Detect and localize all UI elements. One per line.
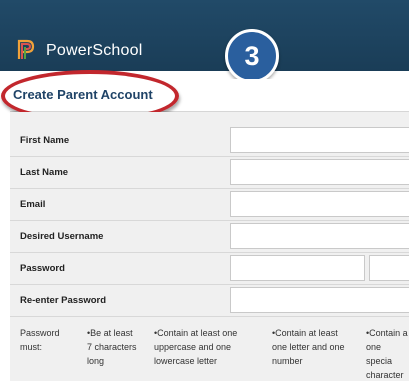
password-strength-box: [369, 255, 409, 281]
requirements-intro-line: Password: [20, 328, 60, 338]
email-input[interactable]: [230, 191, 409, 217]
requirement-line: •Contain at least one: [154, 328, 238, 338]
row-divider: [10, 316, 409, 317]
username-input[interactable]: [230, 223, 409, 249]
row-divider: [10, 252, 409, 253]
last-name-label: Last Name: [20, 167, 69, 178]
powerschool-logo-icon: [16, 38, 36, 60]
requirements-intro-line: must:: [20, 342, 43, 352]
requirement-line: long: [87, 356, 105, 366]
requirement-line: one specia: [366, 342, 393, 366]
requirement-length: •Be at least 7 characters long: [87, 326, 137, 368]
password-label: Password: [20, 263, 65, 274]
requirement-letter-number: •Contain at least one letter and one num…: [272, 326, 345, 368]
requirement-line: number: [272, 356, 303, 366]
requirement-line: one letter and one: [272, 342, 345, 352]
requirement-line: 7 characters: [87, 342, 137, 352]
brand-name: PowerSchool: [46, 42, 143, 59]
requirement-line: character: [366, 370, 404, 380]
requirement-case: •Contain at least one uppercase and one …: [154, 326, 237, 368]
reenter-password-input[interactable]: [230, 287, 409, 313]
row-divider: [10, 188, 409, 189]
first-name-input[interactable]: [230, 127, 409, 153]
reenter-password-label: Re-enter Password: [20, 295, 107, 306]
requirement-special-character: •Contain a one specia character: [366, 326, 409, 382]
step-number-badge: 3: [225, 29, 279, 83]
row-divider: [10, 284, 409, 285]
row-divider: [10, 156, 409, 157]
last-name-input[interactable]: [230, 159, 409, 185]
password-requirements-intro: Password must:: [20, 326, 60, 354]
row-divider: [10, 220, 409, 221]
password-input[interactable]: [230, 255, 365, 281]
requirement-line: •Be at least: [87, 328, 133, 338]
username-label: Desired Username: [20, 231, 104, 242]
requirement-line: •Contain a: [366, 328, 408, 338]
requirement-line: lowercase letter: [154, 356, 218, 366]
email-label: Email: [20, 199, 46, 210]
first-name-label: First Name: [20, 135, 70, 146]
requirement-line: uppercase and one: [154, 342, 232, 352]
header-bar: [0, 0, 409, 71]
requirement-line: •Contain at least: [272, 328, 338, 338]
